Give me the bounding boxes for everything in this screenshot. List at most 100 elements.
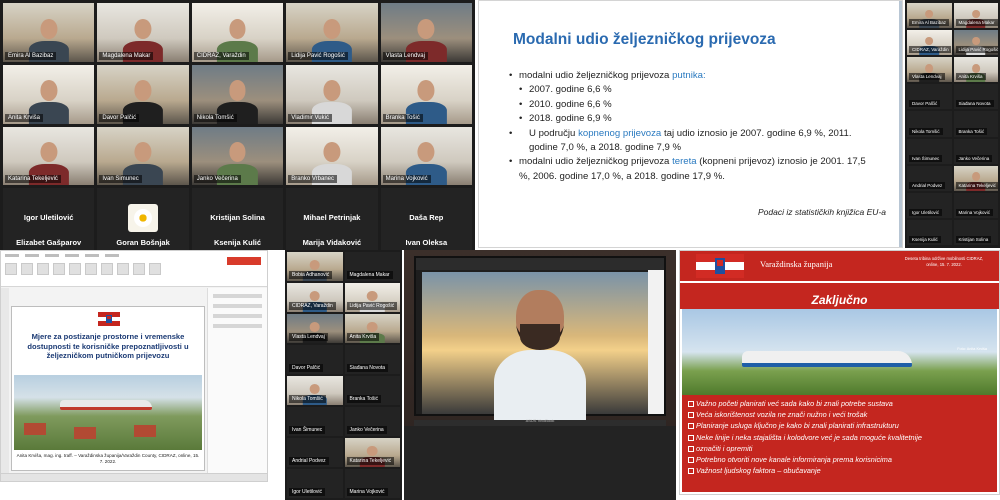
middle-gallery-grid: Bobia Adhanović Magdalena Makar CIDRAZ, Va… xyxy=(287,252,400,498)
participant-head xyxy=(323,18,341,39)
slide-subbullet: 2010. godine 6,6 % xyxy=(509,98,879,113)
participant-video-tile[interactable]: Marina Vojković xyxy=(380,126,472,186)
bullet-text: modalni udio željezničkog prijevoza xyxy=(519,156,673,168)
participant-mini-tile[interactable]: Anita Krviša xyxy=(344,314,400,343)
participant-mini-tile[interactable]: Janko Večerina xyxy=(953,138,998,164)
participant-name-label: Marina Vojković xyxy=(382,175,431,184)
slide-subbullet: 2007. godine 6,6 % xyxy=(509,83,879,98)
participant-video-tile[interactable]: Branko Vrbanec xyxy=(286,126,378,186)
participant-video-tile[interactable]: Branka Tošić xyxy=(380,64,472,124)
ribbon-tabs xyxy=(5,254,119,257)
participant-mini-tile[interactable]: Magdalena Makar xyxy=(344,252,400,281)
participant-name-label: CIDRAZ, Varaždin xyxy=(909,46,952,54)
participant-mini-tile[interactable]: Branka Tošić xyxy=(344,376,400,405)
ribbon-tab[interactable] xyxy=(5,254,19,257)
participant-name-label: Marina Vojković xyxy=(346,488,388,496)
participant-mini-tile[interactable]: Davor Palčić xyxy=(287,345,343,374)
participant-mini-tile[interactable]: Branka Tošić xyxy=(953,111,998,137)
participant-mini-tile[interactable]: Magdalena Makar xyxy=(953,3,998,29)
participant-name-label: Branka Tošić xyxy=(955,127,988,135)
participant-head xyxy=(134,80,152,101)
ribbon-tab[interactable] xyxy=(65,254,79,257)
ribbon-tool[interactable] xyxy=(149,263,161,275)
participant-mini-tile[interactable]: Ksenija Kulić xyxy=(907,219,952,245)
participant-mini-tile[interactable]: Anita Krviša xyxy=(953,57,998,83)
participant-head xyxy=(417,142,435,163)
participant-head xyxy=(367,321,378,332)
participant-mini-tile[interactable]: Andrial Podvez xyxy=(287,438,343,467)
participant-head xyxy=(229,142,246,163)
participant-mini-tile[interactable]: Lidija Pavić Rogošić xyxy=(953,30,998,56)
bullet-highlight: putnika: xyxy=(672,70,706,81)
participant-mini-tile[interactable]: Katarina Tekeljević xyxy=(344,438,400,467)
participant-display-name: Ksenija Kulić xyxy=(191,236,284,250)
participant-video-tile[interactable]: Nikola Tomšić xyxy=(191,64,284,124)
ribbon-tab[interactable] xyxy=(85,254,99,257)
conclusion-item: Veća iskorištenost vozila ne znači nužno… xyxy=(686,409,997,420)
ribbon-tool[interactable] xyxy=(37,263,49,275)
participant-mini-tile[interactable]: Siađana Novota xyxy=(344,345,400,374)
participant-mini-tile[interactable]: Ivan Šimunec xyxy=(287,407,343,436)
ribbon-tool[interactable] xyxy=(21,263,33,275)
participant-mini-tile[interactable]: Marina Vojković xyxy=(953,192,998,218)
participant-mini-tile[interactable]: Ivan Šimunec xyxy=(907,138,952,164)
participant-video-tile[interactable]: Janko Večerina xyxy=(191,126,284,186)
ribbon-tab[interactable] xyxy=(105,254,119,257)
participant-mini-tile[interactable]: Davor Palčić xyxy=(907,84,952,110)
participant-video-tile[interactable]: Lidija Pavić Rogošić xyxy=(286,3,378,62)
ribbon-tab[interactable] xyxy=(45,254,59,257)
ribbon-tool[interactable] xyxy=(53,263,65,275)
participant-mini-tile[interactable]: Siađana Novota xyxy=(953,84,998,110)
participant-mini-tile[interactable]: Andrial Podvez xyxy=(907,165,952,191)
participant-mini-tile[interactable]: Nikola Tomšić xyxy=(907,111,952,137)
slide-edge-stripe xyxy=(899,1,902,247)
participant-mini-tile[interactable]: Janko Večerina xyxy=(344,407,400,436)
participant-video-tile[interactable]: Vladimir Vukić xyxy=(286,64,378,124)
participant-video-tile[interactable]: Magdalena Makar xyxy=(97,3,189,62)
ribbon-tool[interactable] xyxy=(133,263,145,275)
house-roof xyxy=(24,423,46,435)
laptop-camera-view: ASUS VivoBook xyxy=(404,250,676,500)
participant-mini-tile[interactable]: Nikola Tomšić xyxy=(287,376,343,405)
participant-mini-tile[interactable]: Igor Uletilović xyxy=(907,192,952,218)
participant-video-tile[interactable]: Katarina Tekeljević xyxy=(3,126,95,186)
stop-share-button[interactable] xyxy=(227,257,261,265)
participant-mini-tile[interactable]: CIDRAZ, Varaždin xyxy=(287,283,343,312)
county-flag-icon xyxy=(696,254,744,278)
participant-mini-tile[interactable]: Marina Vojković xyxy=(344,469,400,498)
ribbon-tool[interactable] xyxy=(101,263,113,275)
laptop-brand-label: ASUS VivoBook xyxy=(525,418,555,423)
participant-mini-tile[interactable]: Lidija Pavić Rogošić xyxy=(344,283,400,312)
ribbon-tab[interactable] xyxy=(25,254,39,257)
ribbon-tool[interactable] xyxy=(85,263,97,275)
left-gallery: Emira Al Bazibaz Magdalena Makar CIDRAZ, V… xyxy=(0,0,475,250)
participant-mini-tile[interactable]: Igor Uletilović xyxy=(287,469,343,498)
participant-name-label: Branko Vrbanec xyxy=(288,175,337,184)
participant-head xyxy=(323,142,341,163)
participant-mini-tile[interactable]: Katarina Tekeljević xyxy=(953,165,998,191)
ribbon-tool[interactable] xyxy=(117,263,129,275)
slide-thumbnail-pane[interactable] xyxy=(1,288,9,481)
bullet-highlight: kopnenog prijevoza xyxy=(578,127,662,139)
participant-mini-tile[interactable]: Bobia Adhanović xyxy=(287,252,343,281)
participant-video-tile[interactable]: Anita Krviša xyxy=(3,64,95,124)
participant-name-label: Lidija Pavić Rogošić xyxy=(955,46,998,54)
participant-mini-tile[interactable]: CIDRAZ, Varaždin xyxy=(907,30,952,56)
participant-mini-tile[interactable]: Emira Al Bazibaz xyxy=(907,3,952,29)
ribbon-tool[interactable] xyxy=(69,263,81,275)
participant-video-tile[interactable]: CIDRAZ, Varaždin xyxy=(191,3,284,62)
participant-video-tile[interactable]: Vlasta Lendvaj xyxy=(380,3,472,62)
participant-video-tile[interactable]: Emira Al Bazibaz xyxy=(3,3,95,62)
participant-mini-tile[interactable]: Vlasta Lendvaj xyxy=(287,314,343,343)
participant-video-tile[interactable]: Davor Palčić xyxy=(97,64,189,124)
ribbon-tool[interactable] xyxy=(5,263,17,275)
participant-head xyxy=(134,18,152,39)
notes-line xyxy=(213,294,262,298)
participant-head xyxy=(229,80,246,101)
participant-mini-tile[interactable]: Vlasta Lendvaj xyxy=(907,57,952,83)
participant-mini-tile[interactable]: Kristijan Solina xyxy=(953,219,998,245)
participant-name-label: Andrial Podvez xyxy=(289,457,329,465)
train-icon xyxy=(60,400,152,410)
laptop-screen-sidebar xyxy=(648,270,664,414)
participant-video-tile[interactable]: Ivan Šimunec xyxy=(97,126,189,186)
